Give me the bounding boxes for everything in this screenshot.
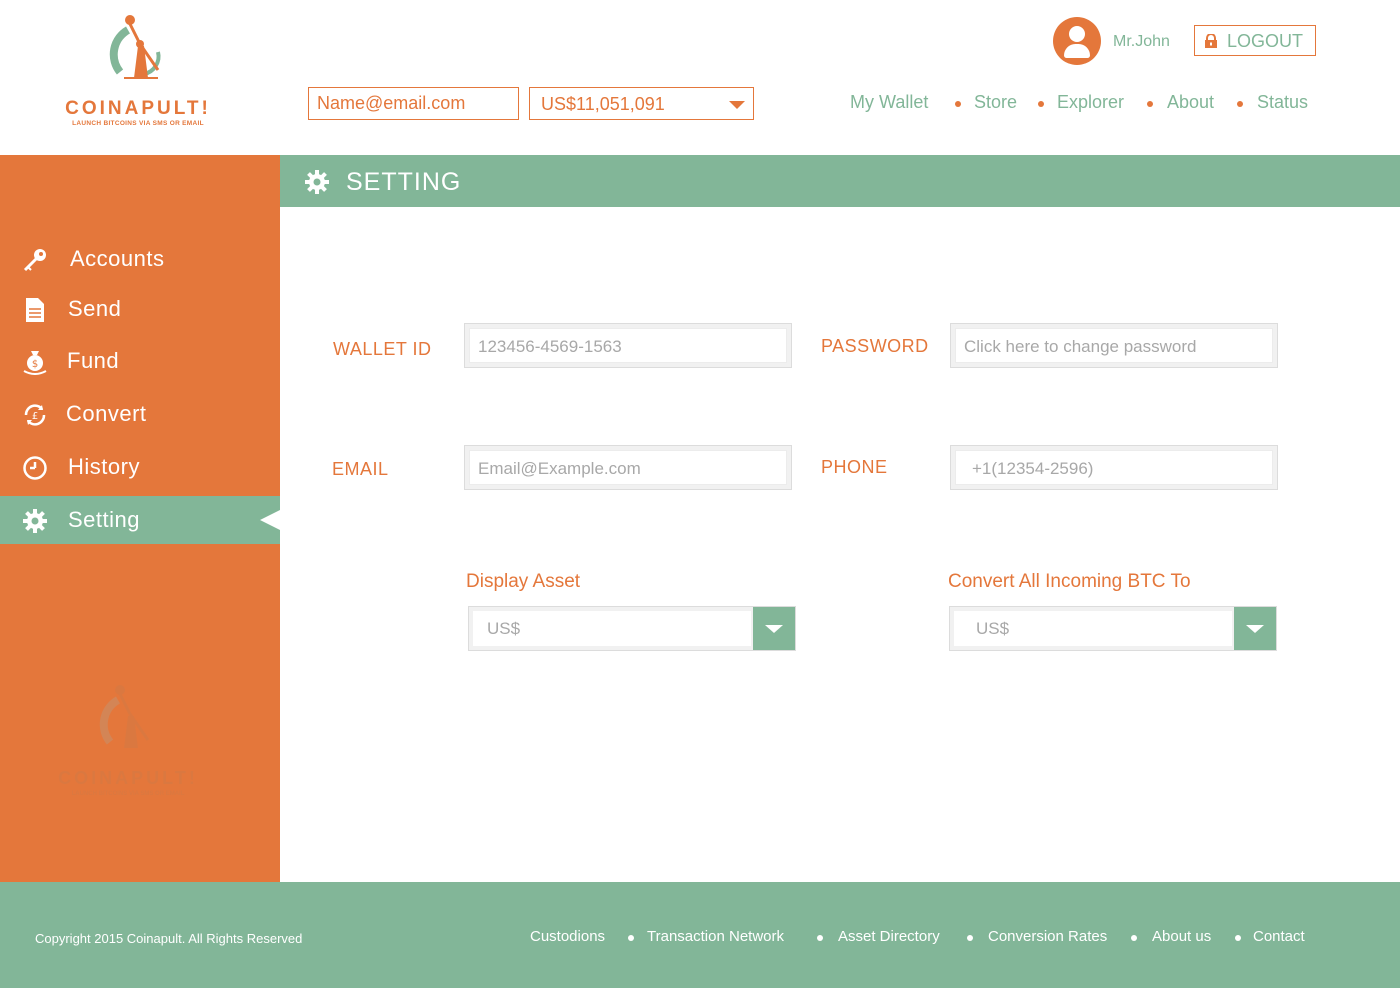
footer-separator: [1131, 935, 1137, 941]
currency-exchange-icon: £: [24, 404, 46, 426]
gear-icon: [305, 170, 329, 194]
page-title-bar: SETTING: [280, 155, 1400, 207]
search-input[interactable]: [308, 87, 519, 120]
email-field[interactable]: Email@Example.com: [464, 445, 792, 490]
wallet-id-value: 123456-4569-1563: [469, 328, 787, 363]
sidebar-watermark-logo: COINAPULT! LAUNCH BITCOINS VIA SMS OR EM…: [50, 680, 206, 800]
svg-text:$: $: [32, 359, 38, 370]
brand-name: COINAPULT!: [65, 98, 211, 119]
footer-separator: [1235, 935, 1241, 941]
top-navigation: My Wallet Store Explorer About Status: [850, 92, 1320, 116]
sidebar-item-history[interactable]: History: [0, 443, 280, 491]
copyright-text: Copyright 2015 Coinapult. All Rights Res…: [35, 931, 303, 946]
convert-btc-value: US$: [954, 611, 1232, 646]
display-asset-select[interactable]: US$: [468, 606, 796, 651]
sidebar-item-setting[interactable]: Setting: [0, 496, 280, 544]
email-value: Email@Example.com: [469, 450, 787, 485]
money-bag-icon: $: [23, 351, 47, 375]
coinapult-logo[interactable]: COINAPULT! LAUNCH BITCOINS VIA SMS OR EM…: [58, 12, 218, 130]
nav-separator: [1237, 101, 1243, 107]
convert-btc-label: Convert All Incoming BTC To: [948, 571, 1191, 592]
nav-separator: [955, 101, 961, 107]
document-icon: [26, 298, 44, 322]
phone-label: PHONE: [821, 457, 888, 477]
caret-down-icon: [729, 101, 745, 109]
email-label: EMAIL: [332, 459, 389, 479]
active-indicator-arrow: [260, 510, 280, 530]
nav-separator: [1038, 101, 1044, 107]
phone-value: +1(12354-2596): [955, 450, 1273, 485]
catapult-logo-icon: [99, 685, 150, 748]
footer-link-asset-directory[interactable]: Asset Directory: [838, 928, 940, 945]
footer-separator: [628, 935, 634, 941]
avatar[interactable]: [1053, 17, 1101, 65]
sidebar: Accounts Send $ Fund £ Convert History S…: [0, 155, 280, 882]
sidebar-item-fund[interactable]: $ Fund: [0, 337, 280, 385]
footer-separator: [967, 935, 973, 941]
password-label: PASSWORD: [821, 336, 929, 356]
sidebar-item-accounts[interactable]: Accounts: [0, 235, 280, 283]
footer-link-conversion-rates[interactable]: Conversion Rates: [988, 928, 1107, 945]
password-field[interactable]: Click here to change password: [950, 323, 1278, 368]
chevron-down-icon: [765, 625, 783, 633]
chevron-down-icon: [1246, 625, 1264, 633]
username[interactable]: Mr.John: [1113, 33, 1170, 51]
brand-tagline: LAUNCH BITCOINS VIA SMS OR EMAIL: [72, 120, 204, 127]
nav-explorer[interactable]: Explorer: [1057, 92, 1124, 113]
logout-button[interactable]: LOGOUT: [1194, 25, 1316, 56]
logout-label: LOGOUT: [1227, 31, 1304, 51]
sidebar-item-label: Setting: [68, 507, 140, 532]
nav-separator: [1147, 101, 1153, 107]
nav-store[interactable]: Store: [974, 92, 1017, 113]
page-title: SETTING: [346, 168, 462, 196]
sidebar-item-send[interactable]: Send: [0, 285, 280, 333]
footer-link-contact[interactable]: Contact: [1253, 928, 1305, 945]
sidebar-item-label: Convert: [66, 401, 147, 426]
footer-separator: [817, 935, 823, 941]
convert-btc-select[interactable]: US$: [949, 606, 1277, 651]
display-asset-value: US$: [473, 611, 751, 646]
watermark-brand-name: COINAPULT!: [58, 768, 198, 788]
display-asset-label: Display Asset: [466, 571, 581, 592]
user-icon: [1069, 26, 1085, 42]
footer-link-transaction-network[interactable]: Transaction Network: [647, 928, 784, 945]
nav-status[interactable]: Status: [1257, 92, 1308, 113]
nav-my-wallet[interactable]: My Wallet: [850, 92, 928, 113]
footer-link-custodions[interactable]: Custodions: [530, 928, 605, 945]
lock-icon: [1205, 34, 1217, 48]
svg-text:£: £: [32, 411, 38, 422]
wallet-id-label: WALLET ID: [333, 339, 432, 359]
sidebar-item-convert[interactable]: £ Convert: [0, 390, 280, 438]
catapult-logo-icon: [109, 15, 161, 79]
gear-icon: [23, 509, 47, 533]
balance-value: US$11,051,091: [541, 94, 665, 114]
sidebar-item-label: Fund: [67, 348, 120, 373]
sidebar-item-label: Accounts: [70, 246, 165, 271]
sidebar-item-label: Send: [68, 296, 122, 321]
clock-icon: [23, 456, 47, 480]
footer: Copyright 2015 Coinapult. All Rights Res…: [0, 882, 1400, 988]
balance-select[interactable]: US$11,051,091: [529, 87, 754, 120]
watermark-brand-tagline: LAUNCH BITCOINS VIA SMS OR EMAIL: [71, 791, 185, 797]
display-asset-dropdown-button[interactable]: [753, 607, 795, 650]
wallet-id-field[interactable]: 123456-4569-1563: [464, 323, 792, 368]
password-value: Click here to change password: [955, 328, 1273, 363]
footer-link-about-us[interactable]: About us: [1152, 928, 1211, 945]
phone-field[interactable]: +1(12354-2596): [950, 445, 1278, 490]
sidebar-item-label: History: [68, 454, 140, 479]
convert-btc-dropdown-button[interactable]: [1234, 607, 1276, 650]
nav-about[interactable]: About: [1167, 92, 1214, 113]
header: COINAPULT! LAUNCH BITCOINS VIA SMS OR EM…: [0, 0, 1400, 155]
key-icon: [23, 249, 46, 272]
